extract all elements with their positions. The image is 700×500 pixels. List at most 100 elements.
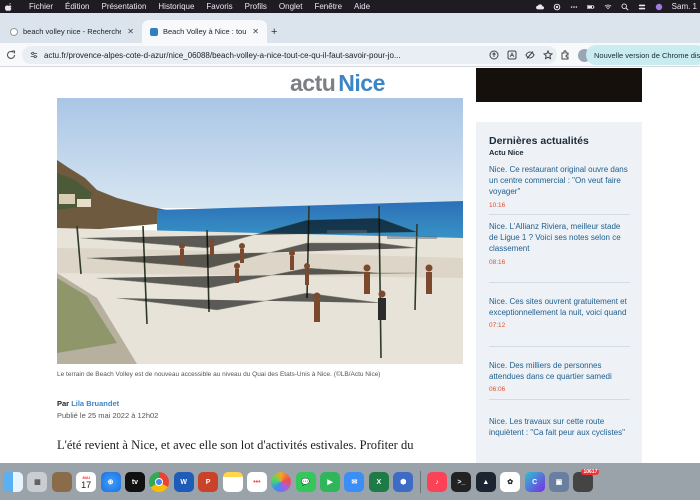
- news-item[interactable]: Nice. Ces sites ouvrent gratuitement et …: [489, 296, 630, 347]
- address-bar[interactable]: actu.fr/provence-alpes-cote-d-azur/nice_…: [22, 46, 557, 64]
- canva-icon[interactable]: C: [524, 472, 545, 492]
- news-item-title[interactable]: Nice. Des milliers de personnes attendue…: [489, 360, 630, 382]
- article-byline: Par Lila Bruandet: [57, 399, 119, 408]
- apple-logo-icon[interactable]: [5, 2, 13, 11]
- spotlight-icon[interactable]: [621, 3, 629, 11]
- menu-item-onglet[interactable]: Onglet: [279, 2, 303, 11]
- news-item-time: 07:12: [489, 322, 506, 330]
- dock-apps: ▦ MAI 17 ⊕ tv W P ••• 💬 ▶ ✉ X ⬢ ♪ >_ ▲ ✿…: [3, 467, 600, 497]
- menu-item-presentation[interactable]: Présentation: [101, 2, 146, 11]
- mail-icon[interactable]: ✉: [344, 472, 365, 492]
- launchpad-icon[interactable]: ▦: [27, 472, 48, 492]
- shield-icon[interactable]: ⬢: [393, 472, 414, 492]
- menu-item-profils[interactable]: Profils: [245, 2, 267, 11]
- dock-separator: [419, 471, 421, 493]
- finder-icon[interactable]: [3, 472, 23, 492]
- extensions-icon[interactable]: [560, 50, 570, 60]
- preview-icon[interactable]: ▣: [548, 472, 569, 492]
- news-item-time: 06:06: [489, 386, 506, 394]
- control-center-icon[interactable]: [638, 3, 646, 11]
- sidebar-subtitle: Actu Nice: [489, 148, 524, 157]
- tab-search[interactable]: beach volley nice - Recherche ✕: [2, 20, 142, 43]
- top-ad-image[interactable]: [476, 68, 642, 102]
- reminders-icon[interactable]: •••: [246, 472, 267, 492]
- news-item-time: 08:16: [489, 258, 506, 266]
- close-tab-icon[interactable]: ✕: [127, 27, 134, 36]
- article-hero-image[interactable]: [57, 98, 463, 364]
- web-page: actu Nice Le terrain de Beach Volley est…: [0, 68, 700, 463]
- news-item-title[interactable]: Nice. Ces sites ouvrent gratuitement et …: [489, 296, 630, 318]
- news-item-title[interactable]: Nice. L'Allianz Riviera, meilleur stade …: [489, 221, 630, 255]
- news-item-title[interactable]: Nice. Les travaux sur cette route inquiè…: [489, 416, 630, 438]
- news-item[interactable]: Nice. L'Allianz Riviera, meilleur stade …: [489, 221, 630, 283]
- safari-icon[interactable]: ⊕: [100, 472, 121, 492]
- tab-strip: beach volley nice - Recherche ✕ Beach Vo…: [0, 13, 700, 43]
- url-text: actu.fr/provence-alpes-cote-d-azur/nice_…: [44, 50, 401, 60]
- chrome-update-button[interactable]: Nouvelle version de Chrome dis: [586, 45, 700, 65]
- news-item[interactable]: Nice. Des milliers de personnes attendue…: [489, 360, 630, 400]
- bookmark-star-icon[interactable]: [543, 50, 553, 60]
- site-logo[interactable]: actu Nice: [290, 70, 385, 97]
- actu-favicon-icon: [150, 27, 158, 36]
- menu-item-fichier[interactable]: Fichier: [29, 2, 53, 11]
- battery-icon[interactable]: [586, 3, 595, 11]
- powerpoint-icon[interactable]: P: [198, 472, 219, 492]
- beach-volley-photo: [57, 98, 463, 364]
- logo-actu: actu: [290, 70, 336, 96]
- cloud-icon[interactable]: [535, 3, 544, 11]
- new-tab-button[interactable]: +: [271, 26, 277, 38]
- menu-item-aide[interactable]: Aide: [354, 2, 370, 11]
- chrome-update-label: Nouvelle version de Chrome dis: [594, 50, 700, 60]
- terminal-icon[interactable]: >_: [451, 472, 472, 492]
- menu-item-fenetre[interactable]: Fenêtre: [314, 2, 342, 11]
- browser-toolbar: actu.fr/provence-alpes-cote-d-azur/nice_…: [0, 43, 700, 67]
- tab-title: Beach Volley à Nice : tout ce: [163, 27, 247, 36]
- eye-off-icon[interactable]: [525, 50, 535, 60]
- tab-title: beach volley nice - Recherche: [23, 27, 122, 36]
- google-favicon-icon: [10, 27, 18, 36]
- menu-item-edition[interactable]: Édition: [65, 2, 89, 11]
- wifi-icon[interactable]: [604, 3, 612, 11]
- address-bar-actions: [489, 50, 553, 60]
- chrome-icon[interactable]: [149, 472, 170, 492]
- notes-icon[interactable]: [222, 472, 243, 492]
- translate-icon[interactable]: [507, 50, 517, 60]
- menu-bar: Fichier Édition Présentation Historique …: [0, 0, 700, 13]
- site-info-icon[interactable]: [30, 51, 38, 59]
- music-icon[interactable]: ♪: [427, 472, 448, 492]
- news-item[interactable]: Nice. Ce restaurant original ouvre dans …: [489, 164, 630, 215]
- calculator-icon[interactable]: 10617: [573, 469, 600, 492]
- news-item-time: 10:16: [489, 201, 506, 209]
- calendar-icon[interactable]: MAI 17: [76, 472, 97, 492]
- photos-icon[interactable]: [271, 472, 292, 492]
- logo-city: Nice: [338, 70, 385, 96]
- image-caption: Le terrain de Beach Volley est de nouvea…: [57, 371, 381, 378]
- reload-icon[interactable]: [6, 50, 16, 60]
- notes-folder-icon[interactable]: [51, 472, 72, 492]
- news-item[interactable]: Nice. Les travaux sur cette route inquiè…: [489, 416, 630, 463]
- prime-icon[interactable]: ▲: [475, 472, 496, 492]
- siri-icon[interactable]: [655, 3, 663, 11]
- calendar-day: 17: [81, 479, 92, 490]
- chatgpt-icon[interactable]: ✿: [500, 472, 521, 492]
- latest-news-sidebar: Dernières actualités Actu Nice Nice. Ce …: [476, 122, 642, 463]
- clock[interactable]: Sam. 1: [672, 2, 697, 11]
- word-icon[interactable]: W: [173, 472, 194, 492]
- menu-item-favoris[interactable]: Favoris: [206, 2, 232, 11]
- status-area: Sam. 1: [535, 0, 697, 13]
- record-icon[interactable]: [553, 3, 561, 11]
- news-item-title[interactable]: Nice. Ce restaurant original ouvre dans …: [489, 164, 630, 198]
- appletv-icon[interactable]: tv: [124, 472, 145, 492]
- facetime-icon[interactable]: ▶: [320, 472, 341, 492]
- publish-date: Publié le 25 mai 2022 à 12h02: [57, 411, 159, 420]
- tab-article[interactable]: Beach Volley à Nice : tout ce ✕: [142, 20, 267, 43]
- close-tab-icon[interactable]: ✕: [252, 27, 259, 36]
- excel-icon[interactable]: X: [368, 472, 389, 492]
- article-lead: L'été revient à Nice, et avec elle son l…: [57, 438, 414, 452]
- menu-item-historique[interactable]: Historique: [158, 2, 194, 11]
- author-link[interactable]: Lila Bruandet: [71, 399, 119, 408]
- byline-prefix: Par: [57, 399, 70, 408]
- dots-icon[interactable]: [570, 3, 578, 11]
- share-icon[interactable]: [489, 50, 499, 60]
- messages-icon[interactable]: 💬: [295, 472, 316, 492]
